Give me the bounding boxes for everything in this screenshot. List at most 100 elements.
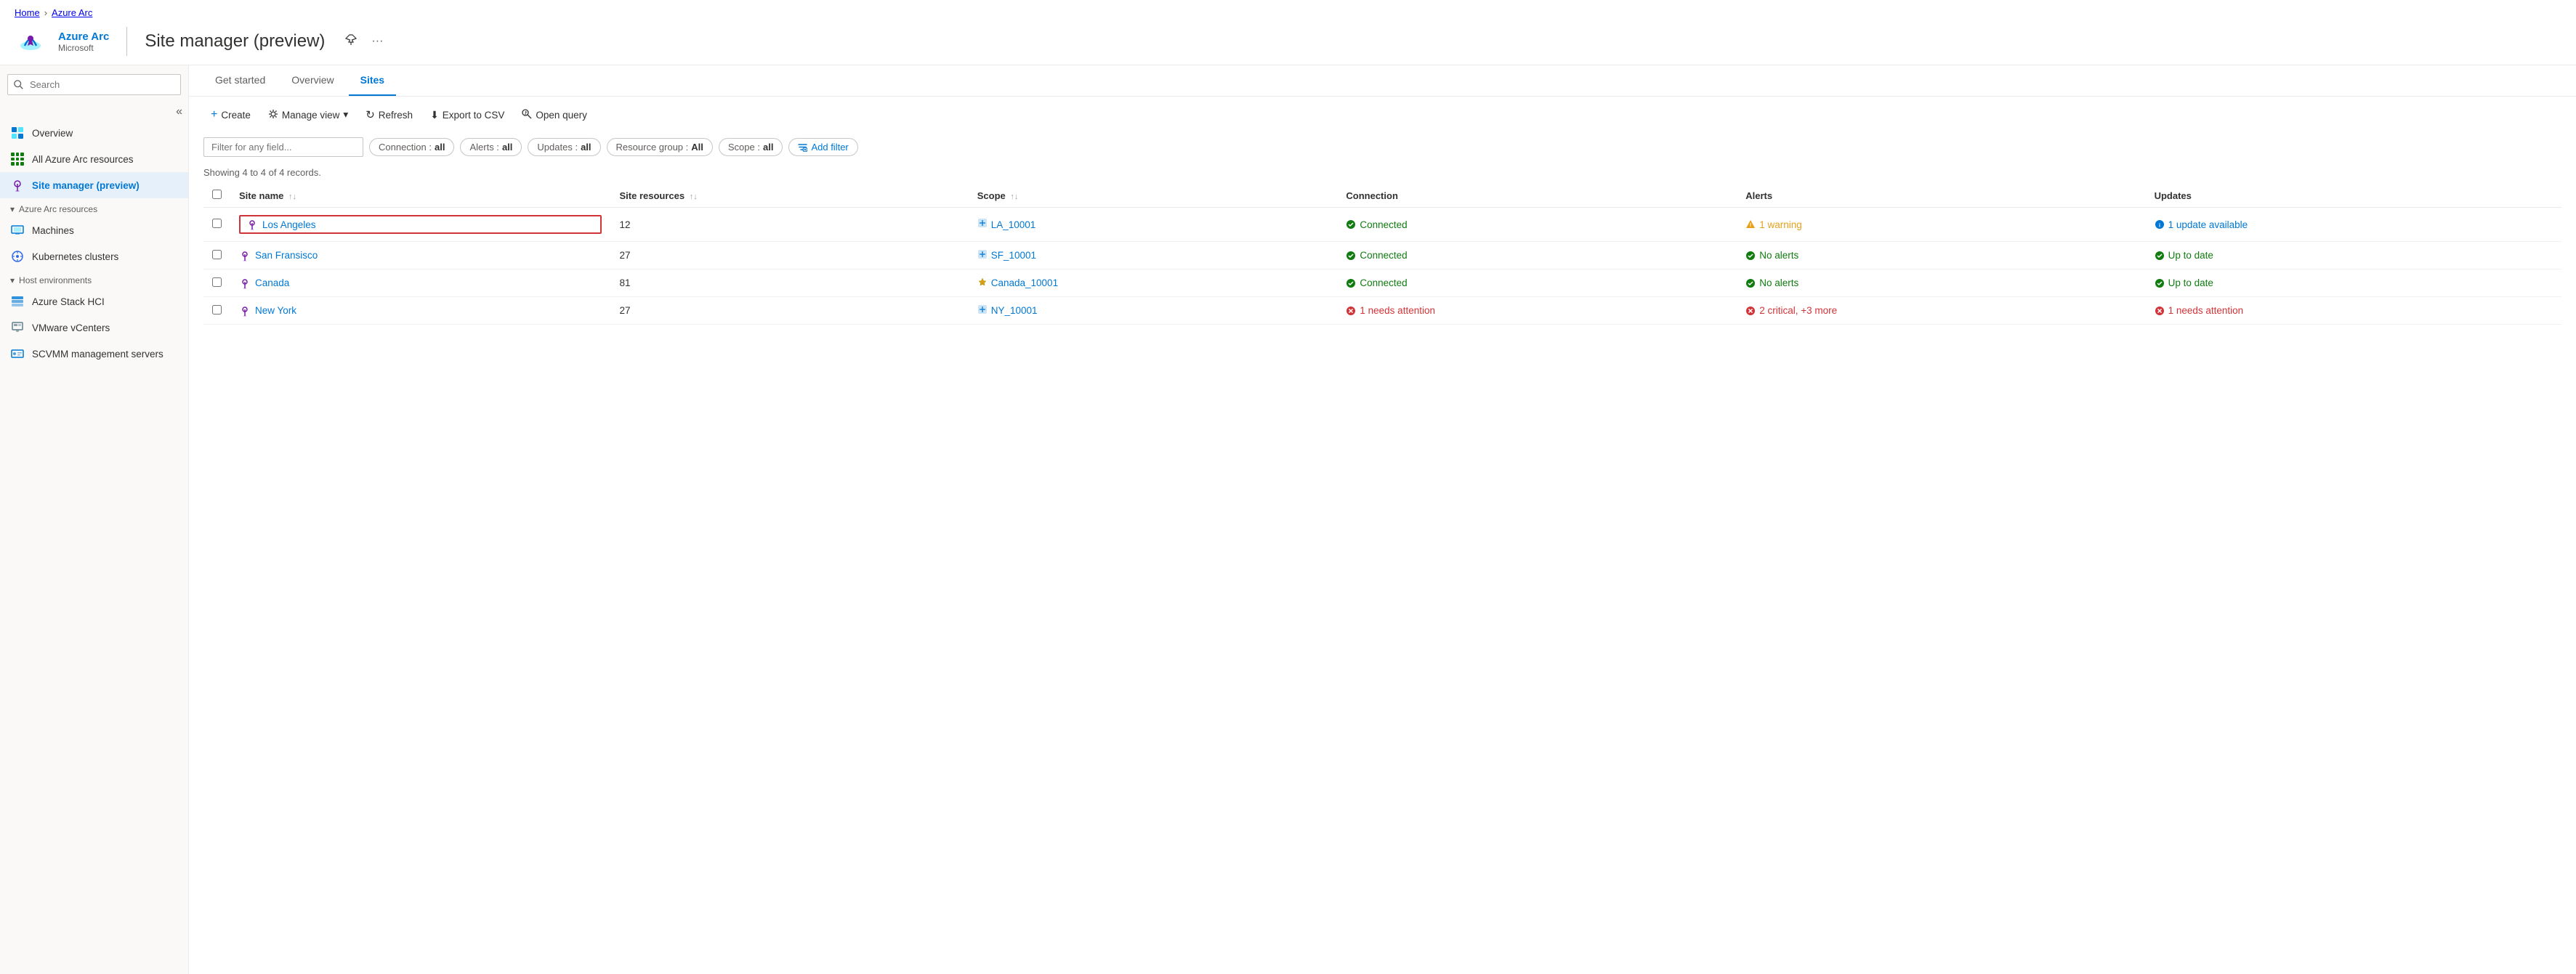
sidebar-section-label: Azure Arc resources <box>19 204 97 214</box>
select-all-checkbox[interactable] <box>212 190 222 199</box>
site-name-cell-ny: New York <box>230 297 610 325</box>
filter-chip-scope[interactable]: Scope : all <box>719 138 783 156</box>
search-input[interactable] <box>7 74 181 95</box>
page-header: Azure Arc Microsoft Site manager (previe… <box>0 21 2576 65</box>
sidebar-item-overview[interactable]: Overview <box>0 120 188 146</box>
row-checkbox-ca[interactable] <box>212 277 222 287</box>
alert-link-la[interactable]: 1 warning <box>1759 219 1802 230</box>
sites-table: Site name ↑↓ Site resources ↑↓ Scope ↑↓ <box>203 184 2561 325</box>
sidebar-item-azure-stack[interactable]: Azure Stack HCI <box>0 288 188 314</box>
chevron-down-icon-toolbar: ▾ <box>343 109 348 121</box>
site-name-link-ny[interactable]: New York <box>239 305 602 317</box>
scope-link-ca[interactable]: Canada_10001 <box>977 277 1329 289</box>
error-icon-updates-ny <box>2155 306 2165 316</box>
scope-link-la[interactable]: LA_10001 <box>977 218 1329 231</box>
site-name-link-sf[interactable]: San Fransisco <box>239 250 602 261</box>
create-icon: + <box>211 108 217 121</box>
scope-cell-ny: NY_10001 <box>969 297 1338 325</box>
sidebar-section-host[interactable]: ▾ Host environments <box>0 269 188 288</box>
update-link-ny[interactable]: 1 needs attention <box>2168 305 2244 316</box>
updates-filter-value: all <box>581 142 591 153</box>
row-checkbox-cell-sf <box>203 242 230 269</box>
table-row: Los Angeles 12 LA_10001 <box>203 208 2561 242</box>
connected-icon-sf <box>1346 251 1356 261</box>
sidebar-section-arc-resources[interactable]: ▾ Azure Arc resources <box>0 198 188 217</box>
site-pin-icon-ny <box>239 305 251 317</box>
alerts-cell-ny: 2 critical, +3 more <box>1737 297 2145 325</box>
site-name-link-ca[interactable]: Canada <box>239 277 602 289</box>
row-checkbox-cell-ca <box>203 269 230 297</box>
sidebar-item-label-scvmm: SCVMM management servers <box>32 349 163 360</box>
more-actions-button[interactable]: ··· <box>368 32 386 51</box>
machines-icon <box>10 223 25 238</box>
table-container: Site name ↑↓ Site resources ↑↓ Scope ↑↓ <box>189 184 2576 974</box>
ok-icon-sf <box>1745 251 1756 261</box>
pin-icon <box>345 34 357 46</box>
connection-status-sf: Connected <box>1346 250 1728 261</box>
header-site-resources: Site resources ↑↓ <box>610 184 968 208</box>
site-name-link-la[interactable]: Los Angeles <box>239 215 602 234</box>
updates-cell-sf: Up to date <box>2146 242 2561 269</box>
connection-cell-la: Connected <box>1337 208 1737 242</box>
filter-chip-connection[interactable]: Connection : all <box>369 138 454 156</box>
filter-chip-alerts[interactable]: Alerts : all <box>460 138 522 156</box>
site-name-cell-la: Los Angeles <box>230 208 610 242</box>
row-checkbox-la[interactable] <box>212 219 222 228</box>
sidebar: « Overview All Azure Arc resources <box>0 65 189 974</box>
tab-get-started[interactable]: Get started <box>203 65 277 96</box>
alert-link-ny[interactable]: 2 critical, +3 more <box>1759 305 1837 316</box>
add-filter-button[interactable]: Add filter <box>788 138 857 156</box>
table-row: San Fransisco 27 SF_10001 <box>203 242 2561 269</box>
sidebar-item-scvmm[interactable]: SCVMM management servers <box>0 341 188 367</box>
sidebar-collapse[interactable]: « <box>0 104 188 120</box>
add-filter-label: Add filter <box>811 142 848 153</box>
breadcrumb-home[interactable]: Home <box>15 7 40 18</box>
header-checkbox-cell <box>203 184 230 208</box>
refresh-button[interactable]: ↻ Refresh <box>358 104 420 126</box>
updates-cell-la: i 1 update available <box>2146 208 2561 242</box>
toolbar: + Create Manage view ▾ ↻ Refresh ⬇ Expor… <box>189 97 2576 133</box>
scope-cell-la: LA_10001 <box>969 208 1338 242</box>
filter-chip-updates[interactable]: Updates : all <box>528 138 600 156</box>
update-link-la[interactable]: 1 update available <box>2168 219 2248 230</box>
svg-text:i: i <box>2159 224 2160 229</box>
filter-chip-resource-group[interactable]: Resource group : All <box>607 138 713 156</box>
row-checkbox-cell <box>203 208 230 242</box>
filter-bar: Connection : all Alerts : all Updates : … <box>189 133 2576 164</box>
sidebar-item-vmware[interactable]: VMware vCenters <box>0 314 188 341</box>
error-icon-ny <box>1346 306 1356 316</box>
scope-cell-sf: SF_10001 <box>969 242 1338 269</box>
sidebar-item-site-manager[interactable]: Site manager (preview) <box>0 172 188 198</box>
update-ok-ca: Up to date <box>2155 277 2553 288</box>
scope-link-sf[interactable]: SF_10001 <box>977 249 1329 261</box>
sidebar-item-kubernetes[interactable]: Kubernetes clusters <box>0 243 188 269</box>
export-csv-button[interactable]: ⬇ Export to CSV <box>423 105 512 126</box>
sidebar-item-all-arc[interactable]: All Azure Arc resources <box>0 146 188 172</box>
sidebar-item-machines[interactable]: Machines <box>0 217 188 243</box>
sort-icon-resources[interactable]: ↑↓ <box>690 192 698 201</box>
ok-icon-ca <box>1745 278 1756 288</box>
alert-warning-la: ! 1 warning <box>1745 219 2136 230</box>
row-checkbox-sf[interactable] <box>212 250 222 259</box>
updates-filter-label: Updates : <box>537 142 578 153</box>
record-count: Showing 4 to 4 of 4 records. <box>189 164 2576 184</box>
pin-button[interactable] <box>342 31 360 52</box>
alert-ok-ca: No alerts <box>1745 277 2136 288</box>
scope-icon-ca <box>977 277 988 289</box>
sort-icon-site-name[interactable]: ↑↓ <box>288 192 296 201</box>
collapse-icon: « <box>176 105 182 118</box>
open-query-button[interactable]: Open query <box>514 105 594 126</box>
tab-sites[interactable]: Sites <box>349 65 396 96</box>
connection-link-ny[interactable]: 1 needs attention <box>1360 305 1435 316</box>
manage-view-button[interactable]: Manage view ▾ <box>261 105 355 126</box>
row-checkbox-ny[interactable] <box>212 305 222 314</box>
filter-input[interactable] <box>203 137 363 157</box>
scope-icon-ny <box>977 304 988 317</box>
scope-link-ny[interactable]: NY_10001 <box>977 304 1329 317</box>
scope-filter-value: all <box>763 142 773 153</box>
breadcrumb-azure-arc[interactable]: Azure Arc <box>52 7 92 18</box>
create-button[interactable]: + Create <box>203 104 258 126</box>
sort-icon-scope[interactable]: ↑↓ <box>1010 192 1018 201</box>
tab-overview[interactable]: Overview <box>280 65 345 96</box>
connection-filter-value: all <box>435 142 445 153</box>
